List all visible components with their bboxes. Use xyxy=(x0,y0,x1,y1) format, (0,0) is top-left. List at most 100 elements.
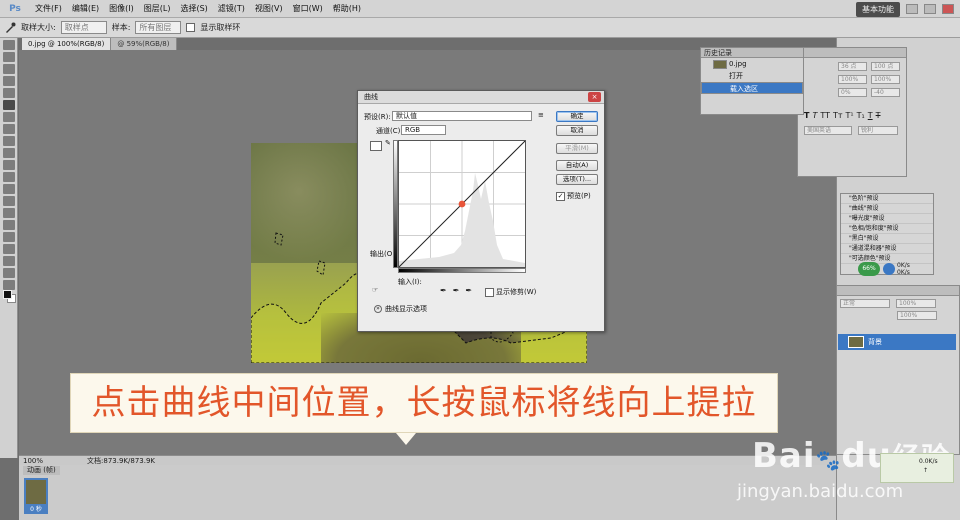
antialias-select[interactable]: 锐利 xyxy=(858,126,898,135)
superscript-icon[interactable]: T¹ xyxy=(846,111,854,120)
preset-curves[interactable]: "曲线"预设 xyxy=(841,204,933,214)
character-panel-header[interactable] xyxy=(798,48,906,58)
subscript-icon[interactable]: T₁ xyxy=(857,111,865,120)
eraser-tool-icon[interactable] xyxy=(3,160,15,170)
smooth-button[interactable]: 平滑(M) xyxy=(556,143,598,154)
history-brush-tool-icon[interactable] xyxy=(3,148,15,158)
eyedropper-icon[interactable] xyxy=(4,22,16,34)
shape-tool-icon[interactable] xyxy=(3,244,15,254)
sample-select[interactable]: 所有图层 xyxy=(135,21,182,34)
expand-options-icon[interactable]: » xyxy=(374,305,382,313)
foreground-color-swatch[interactable] xyxy=(3,290,12,299)
brush-tool-icon[interactable] xyxy=(3,124,15,134)
curves-dialog-title[interactable]: 曲线 xyxy=(358,91,604,104)
preset-exposure[interactable]: "曝光度"预设 xyxy=(841,214,933,224)
history-file-name: 0.jpg xyxy=(729,60,747,68)
animation-frame-thumb[interactable] xyxy=(24,478,48,506)
history-item-load-selection[interactable]: 载入选区 xyxy=(701,82,803,94)
menu-edit[interactable]: 编辑(E) xyxy=(67,0,104,18)
pencil-tool-icon[interactable]: ✎ xyxy=(385,139,391,147)
marquee-tool-icon[interactable] xyxy=(3,52,15,62)
fill-field[interactable]: 100% xyxy=(897,311,937,320)
gradient-tool-icon[interactable] xyxy=(3,172,15,182)
menu-window[interactable]: 窗口(W) xyxy=(288,0,328,18)
blur-tool-icon[interactable] xyxy=(3,184,15,194)
type-tool-icon[interactable] xyxy=(3,220,15,230)
close-button[interactable] xyxy=(942,4,954,14)
faux-italic-icon[interactable]: T xyxy=(812,111,817,120)
preset-select[interactable]: 默认值 xyxy=(392,111,532,121)
menu-filter[interactable]: 滤镜(T) xyxy=(213,0,250,18)
move-tool-icon[interactable] xyxy=(3,40,15,50)
sample-size-select[interactable]: 取样点 xyxy=(60,21,107,34)
opacity-field[interactable]: 100% xyxy=(896,299,936,308)
menu-layer[interactable]: 图层(L) xyxy=(139,0,176,18)
preset-label: 预设(R): xyxy=(364,113,391,121)
workspace-button[interactable]: 基本功能 xyxy=(856,1,900,17)
eyedropper-tool-icon[interactable] xyxy=(3,100,15,110)
preset-levels[interactable]: "色阶"预设 xyxy=(841,194,933,204)
3d-tool-icon[interactable] xyxy=(3,256,15,266)
animation-panel-title[interactable]: 动画 (帧) xyxy=(23,466,60,475)
dialog-close-button[interactable]: × xyxy=(588,92,601,102)
quick-select-tool-icon[interactable] xyxy=(3,76,15,86)
white-point-eyedropper-icon[interactable]: ✒ xyxy=(465,286,472,295)
language-select[interactable]: 美国英语 xyxy=(804,126,852,135)
hand-tool-icon[interactable] xyxy=(3,268,15,278)
preset-black-white[interactable]: "黑白"预设 xyxy=(841,234,933,244)
animation-frame-label[interactable]: 0 秒 xyxy=(24,506,48,514)
options-button[interactable]: 选项(T)... xyxy=(556,174,598,185)
path-select-tool-icon[interactable] xyxy=(3,232,15,242)
channel-select[interactable]: RGB xyxy=(401,125,446,135)
layers-panel-header[interactable] xyxy=(837,286,959,296)
healing-tool-icon[interactable] xyxy=(3,112,15,122)
black-point-eyedropper-icon[interactable]: ✒ xyxy=(440,286,447,295)
zoom-tool-icon[interactable] xyxy=(3,280,15,290)
faux-bold-icon[interactable]: T xyxy=(804,111,809,120)
horizontal-scale-field[interactable]: 100% xyxy=(871,75,900,84)
crop-tool-icon[interactable] xyxy=(3,88,15,98)
zoom-level[interactable]: 100% xyxy=(23,456,43,465)
history-item-open[interactable]: 打开 xyxy=(701,70,803,82)
preview-checkbox[interactable]: ✓ xyxy=(556,191,565,201)
show-clipping-checkbox[interactable] xyxy=(485,287,494,297)
net-speed-badge[interactable]: 66% xyxy=(858,262,880,276)
tab-document-1[interactable]: 0.jpg @ 100%(RGB/8) xyxy=(22,38,112,50)
font-size-field[interactable]: 36 点 xyxy=(838,62,867,71)
dodge-tool-icon[interactable] xyxy=(3,196,15,206)
all-caps-icon[interactable]: TT xyxy=(820,111,830,120)
vertical-scale-field[interactable]: 100% xyxy=(838,75,867,84)
menu-help[interactable]: 帮助(H) xyxy=(328,0,366,18)
menu-select[interactable]: 选择(S) xyxy=(175,0,212,18)
leading-field[interactable]: 100 点 xyxy=(871,62,900,71)
underline-icon[interactable]: T xyxy=(868,111,873,120)
menu-view[interactable]: 视图(V) xyxy=(250,0,288,18)
auto-button[interactable]: 自动(A) xyxy=(556,160,598,171)
small-caps-icon[interactable]: Tт xyxy=(833,111,843,120)
tracking-field[interactable]: 0% xyxy=(838,88,867,97)
history-panel-title[interactable]: 历史记录 xyxy=(701,48,803,58)
stamp-tool-icon[interactable] xyxy=(3,136,15,146)
blend-mode-select[interactable]: 正常 xyxy=(840,299,890,308)
strikethrough-icon[interactable]: T xyxy=(876,111,881,120)
gray-point-eyedropper-icon[interactable]: ✒ xyxy=(453,286,460,295)
show-ring-checkbox[interactable] xyxy=(186,23,196,32)
curve-point-tool-icon[interactable] xyxy=(370,141,382,151)
tab-document-2[interactable]: @ 59%(RGB/8) xyxy=(111,38,177,50)
kerning-field[interactable]: -40 xyxy=(871,88,900,97)
maximize-button[interactable] xyxy=(924,4,936,14)
preset-hue-saturation[interactable]: "色相/饱和度"预设 xyxy=(841,224,933,234)
ok-button[interactable]: 确定 xyxy=(556,111,598,122)
show-ring-label: 显示取样环 xyxy=(200,23,241,32)
menu-file[interactable]: 文件(F) xyxy=(30,0,67,18)
pen-tool-icon[interactable] xyxy=(3,208,15,218)
preset-options-icon[interactable]: ≡ xyxy=(538,111,544,119)
curve-graph[interactable] xyxy=(398,140,526,268)
menu-image[interactable]: 图像(I) xyxy=(104,0,139,18)
cancel-button[interactable]: 取消 xyxy=(556,125,598,136)
preset-channel-mixer[interactable]: "通道混和器"预设 xyxy=(841,244,933,254)
lasso-tool-icon[interactable] xyxy=(3,64,15,74)
hand-adjust-icon[interactable]: ☞ xyxy=(372,286,378,294)
minimize-button[interactable] xyxy=(906,4,918,14)
history-snapshot[interactable]: 0.jpg xyxy=(701,58,803,70)
